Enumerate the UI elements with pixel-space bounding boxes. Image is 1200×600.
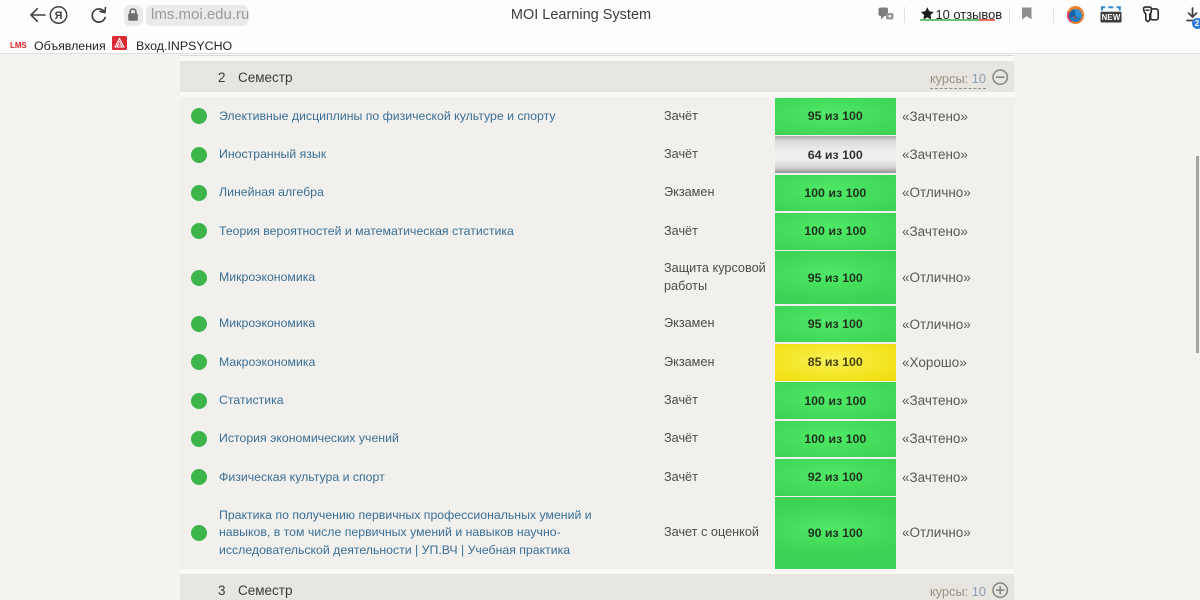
svg-text:Я: Я xyxy=(55,10,63,22)
svg-text:NEW: NEW xyxy=(1102,13,1121,22)
